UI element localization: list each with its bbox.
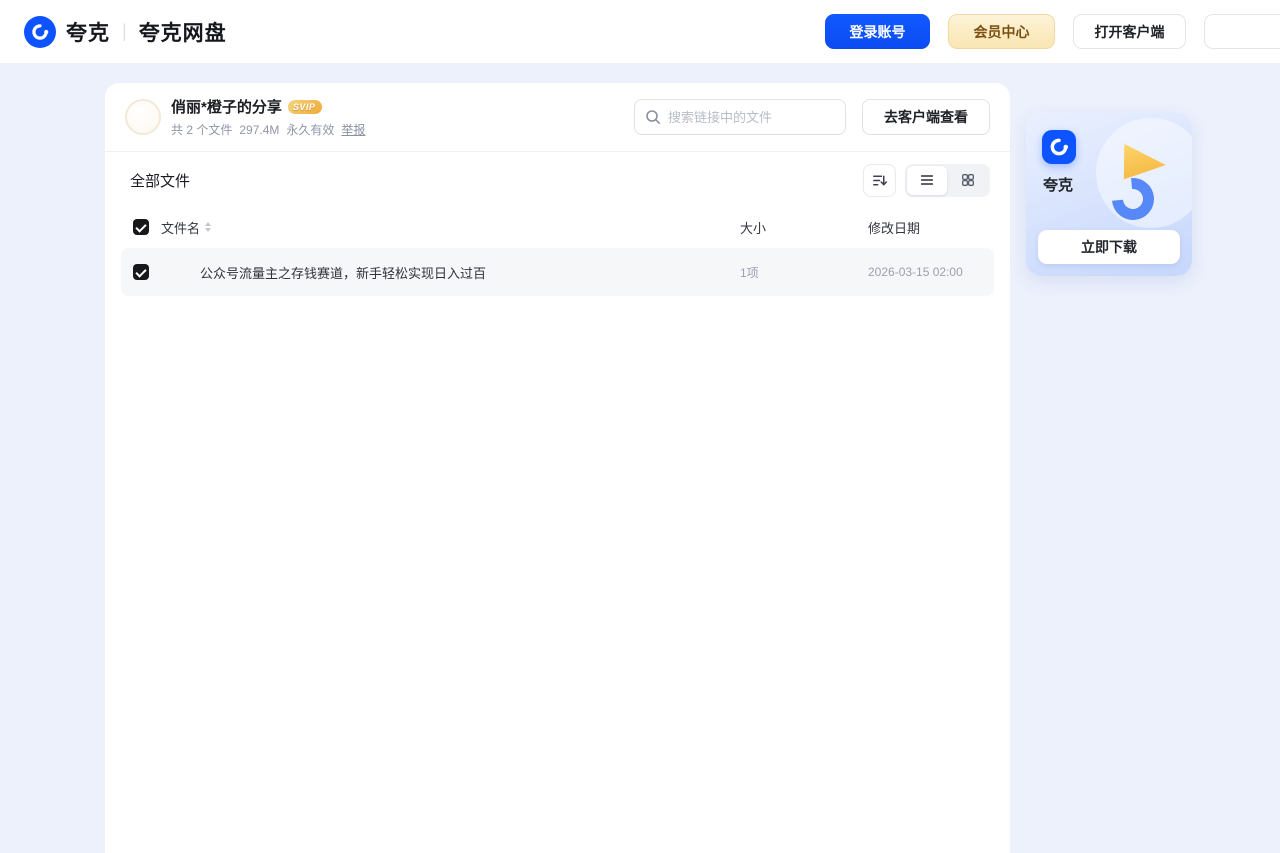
page: 夸克 | 夸克网盘 登录账号 会员中心 打开客户端 俏丽*橙子的分享 SVIP … — [0, 0, 1280, 853]
quark-app-logo-icon — [1042, 130, 1076, 164]
list-view-icon — [920, 175, 934, 185]
grid-view-icon — [962, 174, 974, 186]
search-box — [634, 99, 846, 135]
share-header-actions: 去客户端查看 — [634, 99, 990, 135]
row-checkbox[interactable] — [133, 264, 149, 280]
app-download-card: 夸克 立即下载 — [1026, 112, 1192, 276]
grid-view-button[interactable] — [948, 166, 988, 195]
view-mode-toggle — [905, 163, 990, 197]
share-total-size: 297.4M — [239, 122, 280, 137]
report-link[interactable]: 举报 — [341, 121, 365, 138]
download-now-button[interactable]: 立即下载 — [1038, 230, 1180, 264]
name-sort-arrows-icon[interactable] — [205, 222, 212, 232]
file-size: 1项 — [740, 265, 759, 280]
login-button[interactable]: 登录账号 — [825, 14, 930, 49]
search-input[interactable] — [668, 109, 835, 125]
view-in-client-button[interactable]: 去客户端查看 — [862, 99, 990, 135]
share-file-count: 共 2 个文件 — [171, 123, 233, 137]
section-title: 全部文件 — [130, 172, 191, 190]
share-file-panel: 俏丽*橙子的分享 SVIP 共 2 个文件 297.4M 永久有效 举报 搜索链… — [105, 83, 1010, 853]
search-icon — [645, 109, 661, 125]
member-center-button[interactable]: 会员中心 — [948, 14, 1055, 49]
owner-name: 俏丽*橙子的分享 — [171, 99, 282, 116]
column-size-header: 大小 — [740, 220, 767, 236]
top-header: 夸克 | 夸克网盘 登录账号 会员中心 打开客户端 — [0, 0, 1280, 64]
owner-avatar — [125, 99, 161, 135]
column-date-header: 修改日期 — [868, 220, 921, 236]
share-validity: 永久有效 — [286, 123, 335, 137]
open-client-button[interactable]: 打开客户端 — [1073, 14, 1186, 49]
table-header: 文件名 大小 修改日期 — [121, 208, 994, 246]
svip-badge: SVIP — [287, 99, 323, 114]
sort-order-button[interactable] — [863, 163, 896, 197]
product-name: 夸克网盘 — [138, 21, 227, 45]
list-view-button[interactable] — [907, 165, 947, 195]
table-row[interactable]: 公众号流量主之存钱赛道，新手轻松实现日入过百 1项 2026-03-15 02:… — [121, 248, 994, 296]
brand-divider: | — [122, 21, 127, 41]
file-name: 公众号流量主之存钱赛道，新手轻松实现日入过百 — [200, 265, 487, 281]
file-list-toolbar: 全部文件 — [105, 152, 1010, 208]
owner-info: 俏丽*橙子的分享 SVIP 共 2 个文件 297.4M 永久有效 举报 — [171, 96, 365, 138]
header-extra-button[interactable] — [1204, 14, 1280, 49]
sort-lines-icon — [873, 174, 888, 186]
header-actions: 登录账号 会员中心 打开客户端 — [825, 14, 1280, 49]
share-info-header: 俏丽*橙子的分享 SVIP 共 2 个文件 297.4M 永久有效 举报 搜索链… — [105, 83, 1010, 152]
promo-brand-name: 夸克 — [1043, 177, 1074, 194]
column-name-header[interactable]: 文件名 — [161, 218, 200, 237]
brand-home-link[interactable]: 夸克 | 夸克网盘 — [24, 15, 227, 48]
share-meta: 共 2 个文件 297.4M 永久有效 举报 — [171, 121, 365, 138]
brand-name: 夸克 — [66, 21, 110, 45]
select-all-checkbox[interactable] — [133, 219, 149, 235]
file-date: 2026-03-15 02:00 — [868, 265, 963, 279]
quark-logo-icon — [24, 15, 56, 48]
